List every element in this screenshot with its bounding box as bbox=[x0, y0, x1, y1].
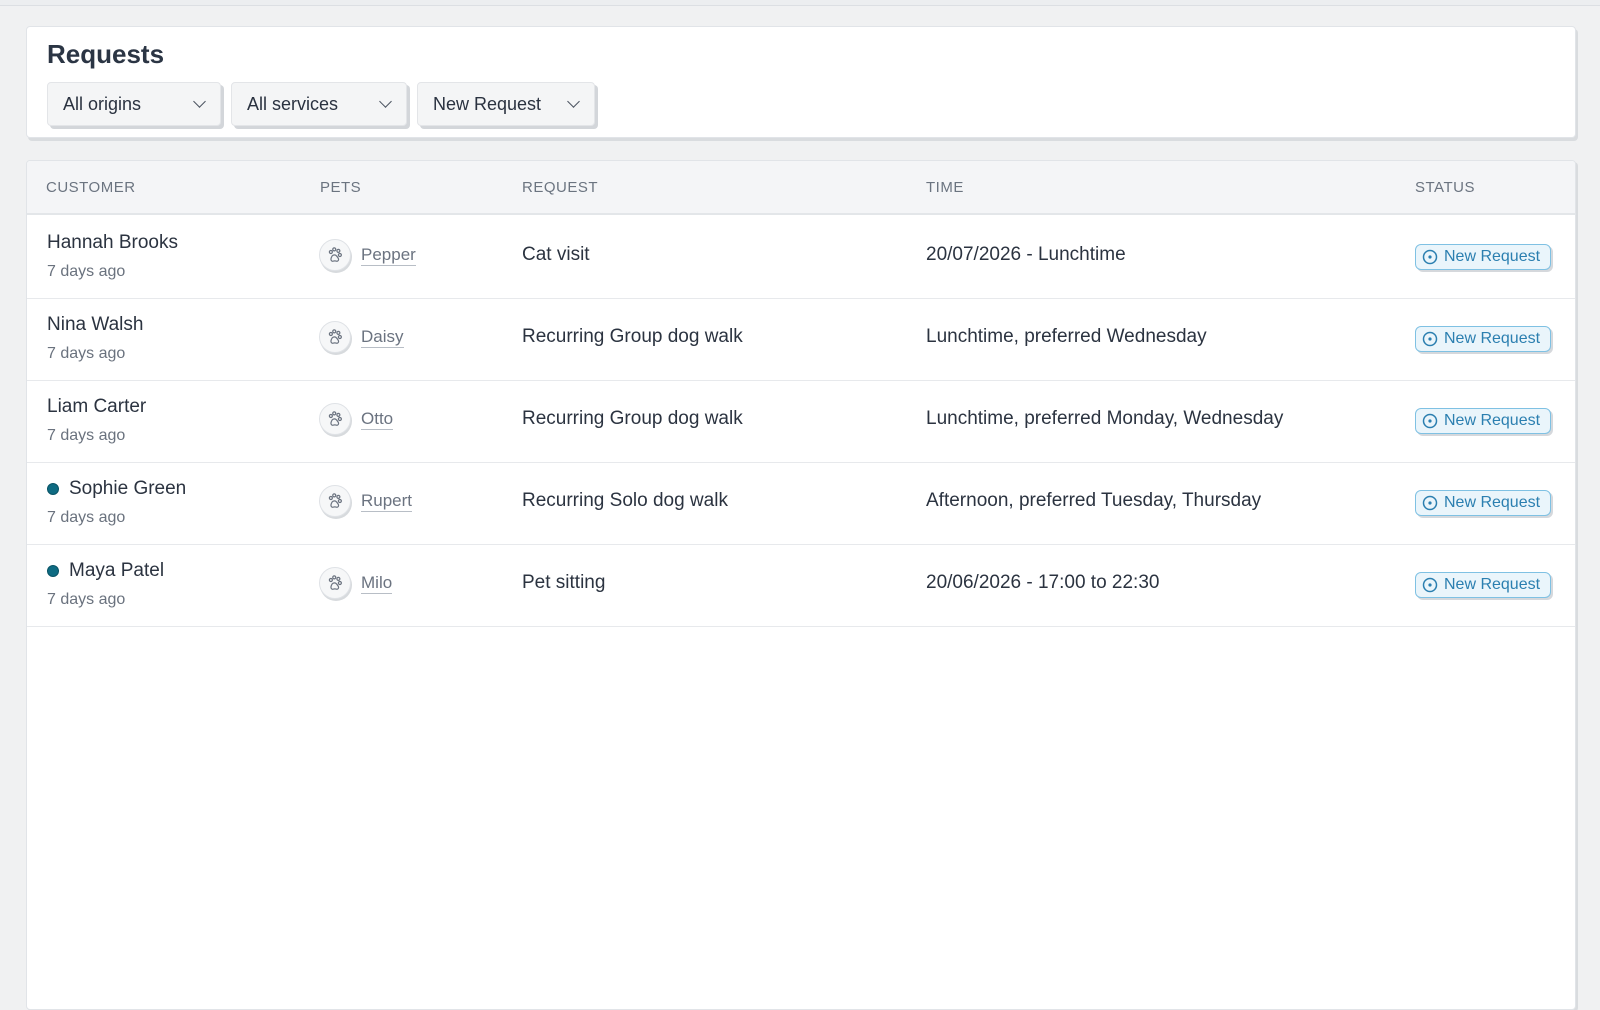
request-type: Pet sitting bbox=[522, 572, 606, 593]
column-header-status[interactable]: STATUS bbox=[1415, 179, 1475, 196]
paw-icon bbox=[319, 485, 351, 517]
status-badge[interactable]: New Request bbox=[1415, 490, 1552, 516]
chevron-down-icon bbox=[567, 95, 580, 108]
unread-dot-icon bbox=[47, 565, 59, 577]
clock-circle-icon bbox=[1422, 331, 1438, 347]
pet-name-link[interactable]: Rupert bbox=[361, 491, 413, 512]
column-header-time[interactable]: TIME bbox=[926, 179, 964, 196]
request-type: Recurring Solo dog walk bbox=[522, 490, 728, 511]
request-age: 7 days ago bbox=[47, 427, 126, 444]
customer-cell[interactable]: Sophie Green bbox=[47, 478, 186, 500]
customer-name[interactable]: Maya Patel bbox=[69, 560, 164, 582]
status-badge[interactable]: New Request bbox=[1415, 408, 1552, 434]
status-badge[interactable]: New Request bbox=[1415, 326, 1552, 352]
customer-cell[interactable]: Nina Walsh bbox=[47, 314, 143, 336]
request-time: 20/06/2026 - 17:00 to 22:30 bbox=[926, 572, 1160, 593]
table-row[interactable]: Nina Walsh 7 days ago Daisy Recurring Gr… bbox=[27, 297, 1575, 381]
pet-name-link[interactable]: Otto bbox=[361, 409, 394, 430]
pet-name-link[interactable]: Milo bbox=[361, 573, 393, 594]
customer-name[interactable]: Sophie Green bbox=[69, 478, 186, 500]
status-label: New Request bbox=[1444, 330, 1541, 347]
clock-circle-icon bbox=[1422, 249, 1438, 265]
requests-header-card: Requests All origins All services New Re… bbox=[26, 26, 1576, 138]
request-type: Recurring Group dog walk bbox=[522, 408, 743, 429]
chevron-down-icon bbox=[193, 95, 206, 108]
request-time: Lunchtime, preferred Monday, Wednesday bbox=[926, 408, 1284, 429]
status-label: New Request bbox=[1444, 576, 1541, 593]
status-label: New Request bbox=[1444, 248, 1541, 265]
pet-cell: Daisy bbox=[319, 321, 404, 353]
status-badge[interactable]: New Request bbox=[1415, 244, 1552, 270]
page-title: Requests bbox=[47, 39, 165, 69]
origins-filter-dropdown[interactable]: All origins bbox=[47, 82, 221, 126]
clock-circle-icon bbox=[1422, 495, 1438, 511]
origins-filter-label: All origins bbox=[63, 93, 142, 114]
customer-cell[interactable]: Liam Carter bbox=[47, 396, 146, 418]
clock-circle-icon bbox=[1422, 413, 1438, 429]
request-type: Recurring Group dog walk bbox=[522, 326, 743, 347]
request-age: 7 days ago bbox=[47, 263, 126, 280]
paw-icon bbox=[319, 567, 351, 599]
pet-cell: Milo bbox=[319, 567, 393, 599]
request-time: Afternoon, preferred Tuesday, Thursday bbox=[926, 490, 1262, 511]
pet-name-link[interactable]: Daisy bbox=[361, 327, 404, 348]
pet-name-link[interactable]: Pepper bbox=[361, 245, 416, 266]
table-row[interactable]: Hannah Brooks 7 days ago Pepper Cat visi… bbox=[27, 215, 1575, 299]
table-row[interactable]: Liam Carter 7 days ago Otto Recurring Gr… bbox=[27, 379, 1575, 463]
pet-cell: Pepper bbox=[319, 239, 416, 271]
customer-name[interactable]: Hannah Brooks bbox=[47, 232, 178, 254]
requests-table: CUSTOMER PETS REQUEST TIME STATUS Hannah… bbox=[26, 160, 1576, 1010]
top-divider bbox=[0, 0, 1600, 6]
pet-cell: Otto bbox=[319, 403, 394, 435]
unread-dot-icon bbox=[47, 483, 59, 495]
paw-icon bbox=[319, 239, 351, 271]
table-row[interactable]: Sophie Green 7 days ago Rupert Recurring… bbox=[27, 461, 1575, 545]
paw-icon bbox=[319, 321, 351, 353]
table-header-row: CUSTOMER PETS REQUEST TIME STATUS bbox=[27, 161, 1575, 215]
status-label: New Request bbox=[1444, 412, 1541, 429]
status-label: New Request bbox=[1444, 494, 1541, 511]
paw-icon bbox=[319, 403, 351, 435]
status-badge[interactable]: New Request bbox=[1415, 572, 1552, 598]
column-header-pets[interactable]: PETS bbox=[320, 179, 361, 196]
request-age: 7 days ago bbox=[47, 591, 126, 608]
chevron-down-icon bbox=[379, 95, 392, 108]
filter-bar: All origins All services New Request bbox=[47, 82, 595, 126]
services-filter-label: All services bbox=[247, 93, 339, 114]
customer-cell[interactable]: Hannah Brooks bbox=[47, 232, 178, 254]
request-age: 7 days ago bbox=[47, 509, 126, 526]
column-header-customer[interactable]: CUSTOMER bbox=[46, 179, 136, 196]
column-header-request[interactable]: REQUEST bbox=[522, 179, 598, 196]
request-type: Cat visit bbox=[522, 244, 590, 265]
services-filter-dropdown[interactable]: All services bbox=[231, 82, 407, 126]
request-time: Lunchtime, preferred Wednesday bbox=[926, 326, 1207, 347]
customer-cell[interactable]: Maya Patel bbox=[47, 560, 164, 582]
customer-name[interactable]: Liam Carter bbox=[47, 396, 146, 418]
customer-name[interactable]: Nina Walsh bbox=[47, 314, 143, 336]
status-filter-label: New Request bbox=[433, 93, 542, 114]
table-row[interactable]: Maya Patel 7 days ago Milo Pet sitting 2… bbox=[27, 543, 1575, 627]
request-time: 20/07/2026 - Lunchtime bbox=[926, 244, 1126, 265]
pet-cell: Rupert bbox=[319, 485, 413, 517]
clock-circle-icon bbox=[1422, 577, 1438, 593]
status-filter-dropdown[interactable]: New Request bbox=[417, 82, 595, 126]
request-age: 7 days ago bbox=[47, 345, 126, 362]
